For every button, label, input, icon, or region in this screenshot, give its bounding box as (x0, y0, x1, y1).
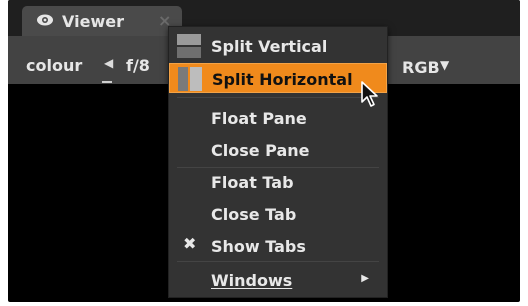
menu-item-split-horizontal[interactable]: Split Horizontal (169, 63, 387, 93)
fstop-underline (102, 81, 112, 83)
menu-item-close-pane[interactable]: Close Pane (169, 135, 387, 165)
menu-item-windows[interactable]: Windows ▶ (169, 265, 387, 295)
menu-separator (177, 97, 379, 98)
check-x-icon: ✖ (183, 234, 197, 253)
viewer-window: Viewer × colour ◀ f/8 RGB ▼ Split Vertic… (8, 0, 520, 302)
menu-item-label: Float Tab (211, 173, 294, 192)
mouse-cursor-icon (361, 81, 378, 107)
display-mode-dropdown[interactable]: RGB (402, 58, 440, 77)
submenu-arrow-icon: ▶ (361, 273, 369, 284)
menu-separator (177, 261, 379, 262)
fstop-value[interactable]: f/8 (126, 56, 150, 75)
previous-stop-icon[interactable]: ◀ (104, 56, 113, 70)
menu-item-show-tabs[interactable]: ✖ Show Tabs (169, 231, 387, 261)
menu-item-label: Show Tabs (211, 237, 306, 256)
menu-item-close-tab[interactable]: Close Tab (169, 199, 387, 229)
menu-item-label: Float Pane (211, 109, 307, 128)
menu-item-label: Close Tab (211, 205, 297, 224)
split-vertical-icon (177, 34, 201, 58)
menu-item-label: Close Pane (211, 141, 310, 160)
chevron-down-icon[interactable]: ▼ (440, 58, 449, 72)
menu-item-label: Split Horizontal (212, 70, 353, 89)
menu-item-float-tab[interactable]: Float Tab (169, 167, 387, 197)
tab-viewer[interactable]: Viewer × (22, 6, 182, 36)
menu-item-split-vertical[interactable]: Split Vertical (169, 31, 387, 61)
split-horizontal-icon (178, 67, 202, 91)
menu-item-label: Split Vertical (211, 37, 328, 56)
menu-item-float-pane[interactable]: Float Pane (169, 103, 387, 133)
eye-icon (37, 14, 53, 26)
channel-label[interactable]: colour (26, 56, 82, 75)
menu-item-label: Windows (211, 271, 293, 290)
tab-title: Viewer (62, 12, 124, 31)
pane-context-menu: Split Vertical Split Horizontal Float Pa… (168, 26, 388, 298)
